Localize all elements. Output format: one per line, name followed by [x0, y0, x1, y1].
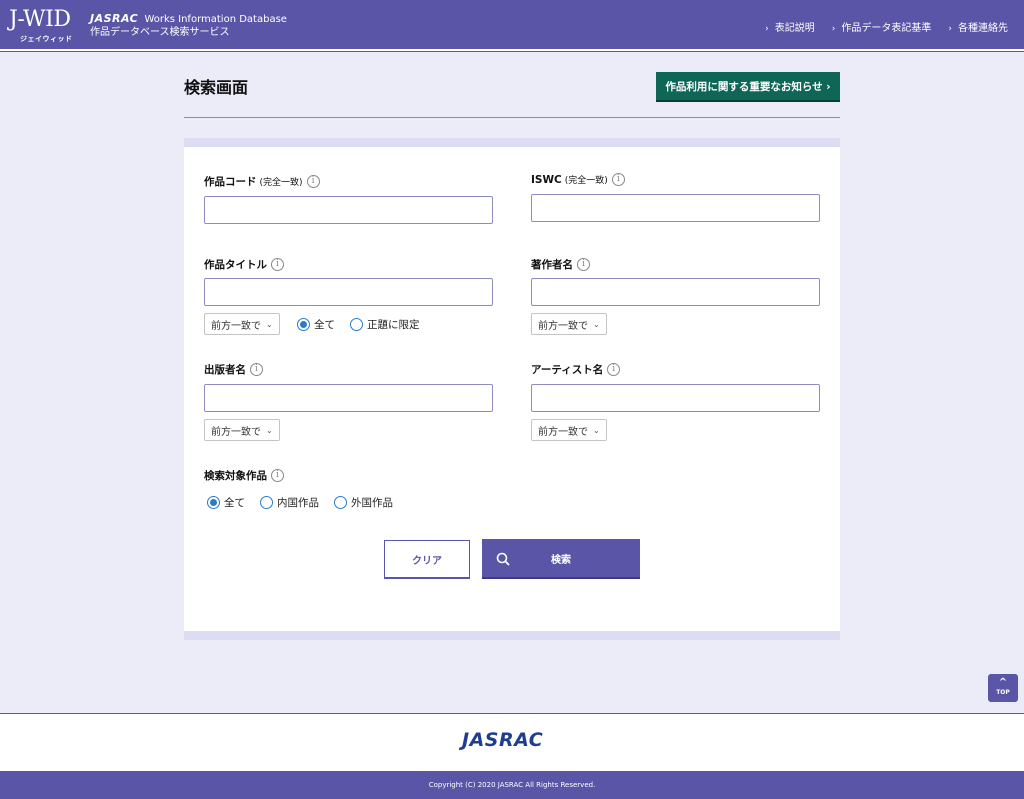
- clear-button[interactable]: クリア: [384, 540, 470, 579]
- artist-input[interactable]: [531, 384, 820, 412]
- chevron-down-icon: ⌄: [266, 319, 273, 329]
- publisher-label: 出版者名 i: [204, 362, 263, 377]
- important-notice-button[interactable]: 作品利用に関する重要なお知らせ ›: [656, 72, 840, 102]
- author-label: 著作者名 i: [531, 257, 590, 272]
- chevron-right-icon: ›: [831, 24, 836, 34]
- chevron-down-icon: ⌄: [266, 425, 273, 435]
- back-to-top-label: TOP: [996, 689, 1010, 696]
- work-title-scope-radios: 全て 正題に限定: [297, 317, 435, 332]
- info-icon[interactable]: i: [577, 258, 590, 271]
- chevron-up-icon: ^: [998, 677, 1008, 688]
- info-icon[interactable]: i: [271, 469, 284, 482]
- site-header: J-WID ジェイウィッド JASRAC Works Information D…: [0, 0, 1024, 49]
- work-code-input[interactable]: [204, 196, 493, 224]
- brand-name: JASRAC: [90, 12, 139, 25]
- target-works-radios: 全て 内国作品 外国作品: [207, 495, 408, 510]
- search-icon: [496, 552, 510, 566]
- panel-bottom-band: [184, 631, 840, 640]
- brand-subtitle: 作品データベース検索サービス: [90, 27, 230, 38]
- author-match-select[interactable]: 前方一致で ⌄: [531, 313, 607, 335]
- page-title: 検索画面: [184, 78, 249, 97]
- jwid-logo[interactable]: J-WID ジェイウィッド: [9, 6, 81, 44]
- info-icon[interactable]: i: [250, 363, 263, 376]
- logo-text: J-WID: [9, 7, 71, 32]
- nav-link-data-standards[interactable]: › 作品データ表記基準: [832, 19, 932, 34]
- nav-link-contacts[interactable]: › 各種連絡先: [948, 19, 1008, 34]
- search-button-label: 検索: [551, 554, 571, 566]
- info-icon[interactable]: i: [611, 173, 625, 186]
- info-icon[interactable]: i: [271, 258, 284, 271]
- panel-top-band: [184, 138, 840, 147]
- artist-label: アーティスト名 i: [531, 362, 621, 377]
- radio-title-main-only[interactable]: 正題に限定: [350, 317, 420, 332]
- radio-title-all[interactable]: 全て: [297, 317, 335, 332]
- chevron-down-icon: ⌄: [593, 425, 600, 435]
- header-divider: [0, 49, 1024, 52]
- publisher-input[interactable]: [204, 384, 493, 412]
- target-works-label: 検索対象作品 i: [204, 468, 284, 483]
- chevron-down-icon: ⌄: [593, 319, 600, 329]
- radio-target-foreign[interactable]: 外国作品: [334, 495, 393, 510]
- radio-target-all[interactable]: 全て: [207, 495, 245, 510]
- artist-match-select[interactable]: 前方一致で ⌄: [531, 419, 607, 441]
- brand-tagline: Works Information Database: [144, 14, 287, 25]
- iswc-label: ISWC (完全一致) i: [531, 173, 625, 186]
- radio-unchecked-icon: [350, 318, 363, 331]
- top-nav: › 表記説明 › 作品データ表記基準 › 各種連絡先: [765, 19, 1008, 34]
- info-icon[interactable]: i: [607, 363, 621, 376]
- radio-checked-icon: [297, 318, 310, 331]
- chevron-right-icon: ›: [948, 24, 952, 34]
- author-input[interactable]: [531, 278, 820, 306]
- search-button[interactable]: 検索: [482, 539, 640, 579]
- work-code-label: 作品コード (完全一致) i: [204, 174, 320, 189]
- nav-link-notation[interactable]: › 表記説明: [765, 19, 815, 34]
- publisher-match-select[interactable]: 前方一致で ⌄: [204, 419, 280, 441]
- chevron-right-icon: ›: [765, 24, 769, 34]
- radio-checked-icon: [207, 496, 220, 509]
- info-icon[interactable]: i: [306, 175, 320, 188]
- work-title-label: 作品タイトル i: [204, 257, 284, 272]
- work-title-input[interactable]: [204, 278, 493, 306]
- radio-unchecked-icon: [334, 496, 347, 509]
- logo-subtext: ジェイウィッド: [20, 35, 73, 43]
- back-to-top-button[interactable]: ^ TOP: [988, 674, 1018, 702]
- footer-bar: Copyright (C) 2020 JASRAC All Rights Res…: [0, 771, 1024, 799]
- title-divider: [184, 117, 840, 118]
- brand-block: JASRAC Works Information Database 作品データベ…: [90, 12, 287, 39]
- work-title-match-select[interactable]: 前方一致で ⌄: [204, 313, 280, 335]
- copyright-text: Copyright (C) 2020 JASRAC All Rights Res…: [428, 781, 596, 789]
- radio-target-domestic[interactable]: 内国作品: [260, 495, 319, 510]
- jasrac-logo[interactable]: JASRAC: [462, 729, 543, 751]
- radio-unchecked-icon: [260, 496, 273, 509]
- iswc-input[interactable]: [531, 194, 820, 222]
